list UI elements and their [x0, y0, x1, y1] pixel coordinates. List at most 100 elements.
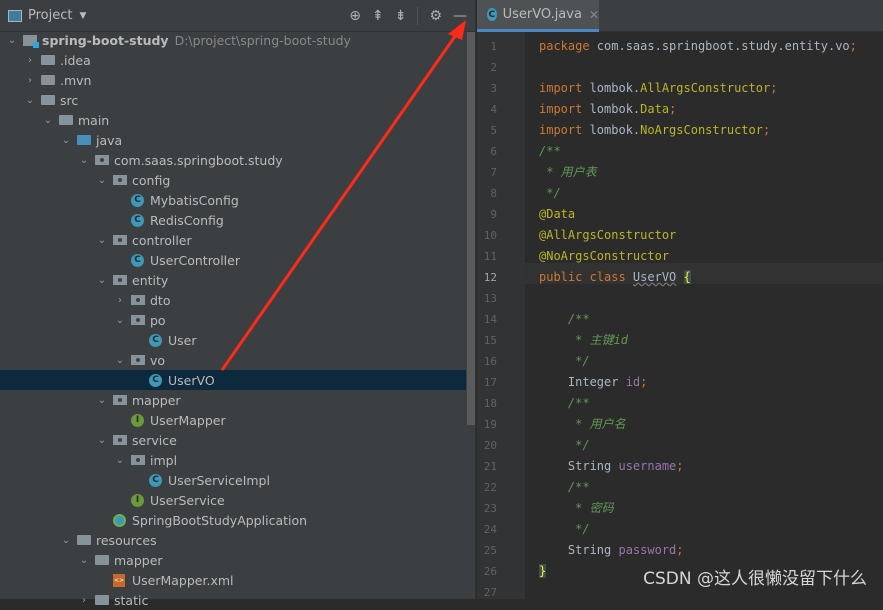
- line-number: 9: [490, 208, 497, 221]
- tree-scrollbar[interactable]: [467, 32, 475, 425]
- chevron-down-icon[interactable]: ⌄: [114, 355, 126, 366]
- package-icon: [131, 295, 145, 305]
- code-token: lombok.: [589, 102, 641, 116]
- chevron-right-icon[interactable]: ›: [78, 595, 90, 606]
- chevron-down-icon[interactable]: ⌄: [78, 555, 90, 566]
- project-view-selector[interactable]: Project: [28, 8, 72, 23]
- tree-item[interactable]: SpringBootStudyApplication: [0, 510, 466, 530]
- code-token: @Data: [539, 207, 576, 221]
- tree-item[interactable]: ⌄ controller: [0, 230, 466, 250]
- code-line: /**: [539, 393, 590, 414]
- collapse-all-icon[interactable]: ⇟: [395, 8, 407, 24]
- chevron-down-icon[interactable]: ⌄: [114, 315, 126, 326]
- item-name: dto: [150, 292, 171, 308]
- chevron-down-icon[interactable]: ⌄: [96, 395, 108, 406]
- tree-item[interactable]: › .idea: [0, 50, 466, 70]
- tree-item[interactable]: ⌄ resources: [0, 530, 466, 550]
- tree-item[interactable]: ⌄ spring-boot-study D:\project\spring-boot…: [0, 30, 466, 50]
- tree-item[interactable]: ⌄ vo: [0, 350, 466, 370]
- code-token: /**: [539, 312, 590, 326]
- code-token: AllArgsConstructor: [640, 81, 771, 95]
- tree-item[interactable]: ⌄ entity: [0, 270, 466, 290]
- tree-item[interactable]: C UserServiceImpl: [0, 470, 466, 490]
- code-line: * 用户表: [539, 162, 596, 183]
- chevron-down-icon[interactable]: ⌄: [60, 535, 72, 546]
- chevron-down-icon[interactable]: ▼: [79, 11, 86, 21]
- tree-item[interactable]: ⌄ impl: [0, 450, 466, 470]
- tree-item[interactable]: ⌄ src: [0, 90, 466, 110]
- code-token: public class: [539, 270, 633, 284]
- chevron-down-icon[interactable]: ⌄: [6, 35, 18, 46]
- line-number: 12: [483, 271, 497, 284]
- code-line: import lombok.NoArgsConstructor;: [539, 120, 770, 141]
- tree-item[interactable]: <> UserMapper.xml: [0, 570, 466, 590]
- line-number: 21: [483, 460, 497, 473]
- tree-item-label: UserVO: [168, 373, 215, 388]
- item-name: MybatisConfig: [150, 192, 239, 208]
- tree-item[interactable]: I UserService: [0, 490, 466, 510]
- tree-item[interactable]: ⌄ service: [0, 430, 466, 450]
- class-icon: C: [487, 8, 497, 21]
- watermark: CSDN @这人很懒没留下什么: [643, 569, 867, 589]
- tree-item-label: vo: [150, 353, 165, 368]
- tree-item[interactable]: ⌄ config: [0, 170, 466, 190]
- locate-icon[interactable]: ⊕: [349, 8, 361, 24]
- chevron-down-icon[interactable]: ⌄: [42, 115, 54, 126]
- tree-item[interactable]: › .mvn: [0, 70, 466, 90]
- code-line: public class UserVO {: [539, 267, 691, 288]
- tree-item[interactable]: C RedisConfig: [0, 210, 466, 230]
- chevron-down-icon[interactable]: ⌄: [114, 455, 126, 466]
- item-name: .idea: [60, 52, 91, 68]
- code-token: Integer: [539, 375, 626, 389]
- chevron-down-icon[interactable]: ⌄: [60, 135, 72, 146]
- chevron-down-icon[interactable]: ⌄: [96, 275, 108, 286]
- tree-item[interactable]: C UserVO: [0, 370, 466, 390]
- chevron-down-icon[interactable]: ⌄: [78, 155, 90, 166]
- code-token: lombok.: [589, 81, 641, 95]
- source-folder-icon: [77, 135, 91, 145]
- line-number: 2: [490, 61, 497, 74]
- line-number: 17: [483, 376, 497, 389]
- tree-item[interactable]: ⌄ main: [0, 110, 466, 130]
- tree-item[interactable]: C UserController: [0, 250, 466, 270]
- folder-icon: [95, 595, 109, 605]
- chevron-right-icon[interactable]: ›: [24, 75, 36, 86]
- tree-item[interactable]: ⌄ mapper: [0, 550, 466, 570]
- chevron-down-icon[interactable]: ⌄: [96, 175, 108, 186]
- folder-icon: [41, 75, 55, 85]
- tree-item[interactable]: I UserMapper: [0, 410, 466, 430]
- chevron-down-icon[interactable]: ⌄: [24, 95, 36, 106]
- code-line: package com.saas.springboot.study.entity…: [539, 36, 857, 57]
- chevron-right-icon[interactable]: ›: [24, 55, 36, 66]
- tree-item[interactable]: C MybatisConfig: [0, 190, 466, 210]
- code-token: password: [618, 543, 677, 557]
- tree-item[interactable]: ⌄ com.saas.springboot.study: [0, 150, 466, 170]
- code-token: ;: [770, 81, 778, 95]
- tree-item[interactable]: ⌄ java: [0, 130, 466, 150]
- code-token: */: [539, 354, 590, 368]
- chevron-down-icon[interactable]: ⌄: [96, 235, 108, 246]
- gear-icon[interactable]: ⚙: [429, 8, 442, 24]
- tree-item[interactable]: C User: [0, 330, 466, 350]
- tree-item[interactable]: ⌄ mapper: [0, 390, 466, 410]
- code-token: ;: [669, 102, 677, 116]
- code-line: @NoArgsConstructor: [539, 246, 669, 267]
- tab-uservo-java[interactable]: C UserVO.java ✕: [477, 0, 599, 32]
- spring-boot-icon: [113, 513, 126, 527]
- chevron-right-icon[interactable]: ›: [114, 295, 126, 306]
- tree-item[interactable]: › dto: [0, 290, 466, 310]
- minimize-icon[interactable]: —: [453, 8, 467, 24]
- item-name: UserVO: [168, 372, 215, 388]
- line-number: 14: [483, 313, 497, 326]
- item-name: static: [114, 592, 149, 608]
- code-token: package: [539, 39, 597, 53]
- tree-item[interactable]: ⌄ po: [0, 310, 466, 330]
- chevron-down-icon[interactable]: ⌄: [96, 435, 108, 446]
- package-icon: [131, 455, 145, 465]
- line-number: 23: [483, 502, 497, 515]
- tree-item[interactable]: › static: [0, 590, 466, 610]
- code-token: ;: [849, 39, 857, 53]
- expand-all-icon[interactable]: ⇞: [372, 8, 384, 24]
- close-icon[interactable]: ✕: [589, 8, 599, 22]
- tree-item-label: .mvn: [60, 73, 91, 88]
